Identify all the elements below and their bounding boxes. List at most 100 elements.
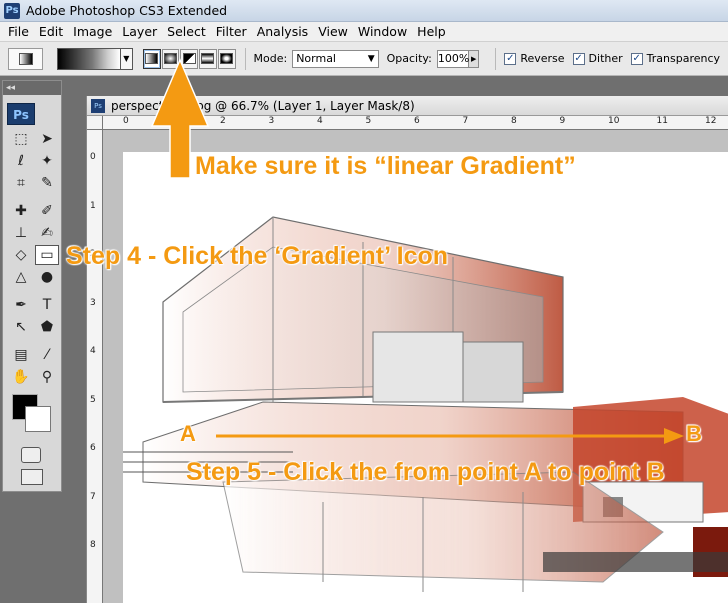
diamond-gradient-icon xyxy=(220,53,234,64)
photoshop-app-icon: Ps xyxy=(4,2,20,19)
crop-tool-icon[interactable]: ⌗ xyxy=(9,173,33,193)
eyedropper-tool-icon[interactable]: ⁄ xyxy=(35,345,59,365)
reverse-checkbox[interactable]: ✓ Reverse xyxy=(504,52,565,65)
hruler-label: 0 xyxy=(123,116,129,126)
transparency-checkbox[interactable]: ✓ Transparency xyxy=(630,52,721,65)
annotation-step-5: Step 5 - Click the from point A to point… xyxy=(186,458,665,486)
vertical-ruler[interactable]: 012345678 xyxy=(87,130,103,603)
hand-tool-icon[interactable]: ✋ xyxy=(9,367,33,387)
chevron-down-icon: ▼ xyxy=(367,53,375,64)
menu-filter[interactable]: Filter xyxy=(214,24,255,39)
image-canvas[interactable] xyxy=(123,152,728,603)
checkbox-check-icon: ✓ xyxy=(504,52,517,65)
background-color-swatch[interactable] xyxy=(25,406,51,432)
menu-file[interactable]: File xyxy=(6,24,37,39)
diamond-gradient-button[interactable] xyxy=(217,48,236,69)
radial-gradient-button[interactable] xyxy=(161,48,180,69)
annotation-step-4: Step 4 - Click the ‘Gradient’ Icon xyxy=(66,242,449,270)
lasso-tool-icon[interactable]: ℓ xyxy=(9,151,33,171)
vruler-label: 3 xyxy=(90,297,96,308)
divider xyxy=(495,47,497,70)
toolbox-panel: ◂◂ Ps ⬚ ➤ ℓ ✦ ⌗ ✎ ✚ ✐ ⊥ ✍ ◇ ▭ △ ● ✒ T ↖ … xyxy=(2,80,62,492)
hruler-label: 3 xyxy=(268,116,275,126)
toolbox-collapse-bar[interactable]: ◂◂ xyxy=(3,81,61,95)
dither-checkbox[interactable]: ✓ Dither xyxy=(572,52,623,65)
menu-edit[interactable]: Edit xyxy=(37,24,71,39)
hruler-label: 5 xyxy=(365,116,372,126)
angle-gradient-button[interactable] xyxy=(180,48,199,69)
window-title: Adobe Photoshop CS3 Extended xyxy=(26,3,228,18)
opacity-field[interactable]: 100% xyxy=(436,49,469,68)
annotation-point-a: A xyxy=(180,421,196,446)
magic-wand-tool-icon[interactable]: ✦ xyxy=(35,151,59,171)
menu-select[interactable]: Select xyxy=(165,24,214,39)
menu-image[interactable]: Image xyxy=(71,24,120,39)
radial-gradient-icon xyxy=(163,53,177,64)
linear-gradient-button[interactable] xyxy=(142,48,161,69)
menu-layer[interactable]: Layer xyxy=(120,24,165,39)
menu-bar: File Edit Image Layer Select Filter Anal… xyxy=(0,22,728,42)
annotation-linear-gradient: Make sure it is “linear Gradient” xyxy=(195,152,576,180)
vruler-label: 7 xyxy=(90,491,96,502)
options-bar: ▼ Mode: Normal ▼ Opacity: 100% ▶ ✓ Rever… xyxy=(0,42,728,76)
checkbox-check-icon: ✓ xyxy=(630,52,643,65)
hruler-label: 4 xyxy=(317,116,323,126)
hruler-label: 1 xyxy=(171,116,178,126)
screen-mode-button[interactable] xyxy=(21,469,43,485)
menu-analysis[interactable]: Analysis xyxy=(255,24,317,39)
vruler-label: 6 xyxy=(90,443,96,453)
photoshop-logo[interactable]: Ps xyxy=(7,103,35,125)
gradient-tool-button[interactable]: ▭ xyxy=(35,245,59,265)
move-tool-icon[interactable]: ➤ xyxy=(35,129,59,149)
chevron-down-icon[interactable]: ▼ xyxy=(119,48,132,69)
dither-label: Dither xyxy=(588,52,623,65)
path-selection-tool-icon[interactable]: ↖ xyxy=(9,317,33,337)
notes-tool-icon[interactable]: ▤ xyxy=(9,345,33,365)
horizontal-ruler[interactable]: 0 1 2 3 4 5 6 7 8 9 10 11 12 xyxy=(103,116,728,130)
hruler-label: 12 xyxy=(705,116,717,126)
quick-mask-button[interactable] xyxy=(21,447,41,463)
document-tab[interactable]: Ps perspective1.jpg @ 66.7% (Layer 1, La… xyxy=(87,96,728,116)
hruler-label: 7 xyxy=(462,116,469,126)
vruler-label: 8 xyxy=(90,540,96,550)
menu-view[interactable]: View xyxy=(316,24,356,39)
clone-stamp-tool-icon[interactable]: ⊥ xyxy=(9,223,33,243)
window-title-bar: Ps Adobe Photoshop CS3 Extended xyxy=(0,0,728,22)
menu-help[interactable]: Help xyxy=(415,24,454,39)
ruler-origin[interactable] xyxy=(87,116,103,130)
transparency-label: Transparency xyxy=(646,52,721,65)
opacity-label: Opacity: xyxy=(386,52,432,65)
hruler-label: 9 xyxy=(559,116,566,126)
pen-tool-icon[interactable]: ✒ xyxy=(9,295,33,315)
reflected-gradient-button[interactable] xyxy=(199,48,217,69)
hruler-label: 10 xyxy=(608,116,620,126)
type-tool-icon[interactable]: T xyxy=(35,295,59,315)
history-brush-tool-icon[interactable]: ✍ xyxy=(35,223,59,243)
vruler-label: 4 xyxy=(90,346,96,356)
tool-preset-picker[interactable] xyxy=(8,47,44,70)
healing-brush-tool-icon[interactable]: ✚ xyxy=(9,201,33,221)
vruler-label: 0 xyxy=(90,152,96,162)
mode-value: Normal xyxy=(296,51,336,65)
dodge-tool-icon[interactable]: ● xyxy=(35,267,59,287)
gradient-picker[interactable]: ▼ xyxy=(57,47,133,70)
hruler-label: 2 xyxy=(220,116,226,126)
hruler-label: 11 xyxy=(656,116,668,126)
linear-gradient-icon xyxy=(145,53,159,64)
hruler-label: 6 xyxy=(414,116,420,126)
slice-tool-icon[interactable]: ✎ xyxy=(35,173,59,193)
divider xyxy=(244,47,246,70)
marquee-tool-icon[interactable]: ⬚ xyxy=(9,129,33,149)
building-illustration xyxy=(123,216,728,592)
document-title: perspective1.jpg @ 66.7% (Layer 1, Layer… xyxy=(111,98,415,113)
mode-select[interactable]: Normal ▼ xyxy=(292,49,379,68)
reverse-label: Reverse xyxy=(520,52,565,65)
shape-tool-icon[interactable]: ⬟ xyxy=(35,317,59,337)
opacity-slider-toggle[interactable]: ▶ xyxy=(468,49,480,68)
zoom-tool-icon[interactable]: ⚲ xyxy=(35,367,59,387)
brush-tool-icon[interactable]: ✐ xyxy=(35,201,59,221)
menu-window[interactable]: Window xyxy=(356,24,415,39)
document-file-icon: Ps xyxy=(91,98,105,113)
blur-tool-icon[interactable]: △ xyxy=(9,267,33,287)
eraser-tool-icon[interactable]: ◇ xyxy=(9,245,33,265)
